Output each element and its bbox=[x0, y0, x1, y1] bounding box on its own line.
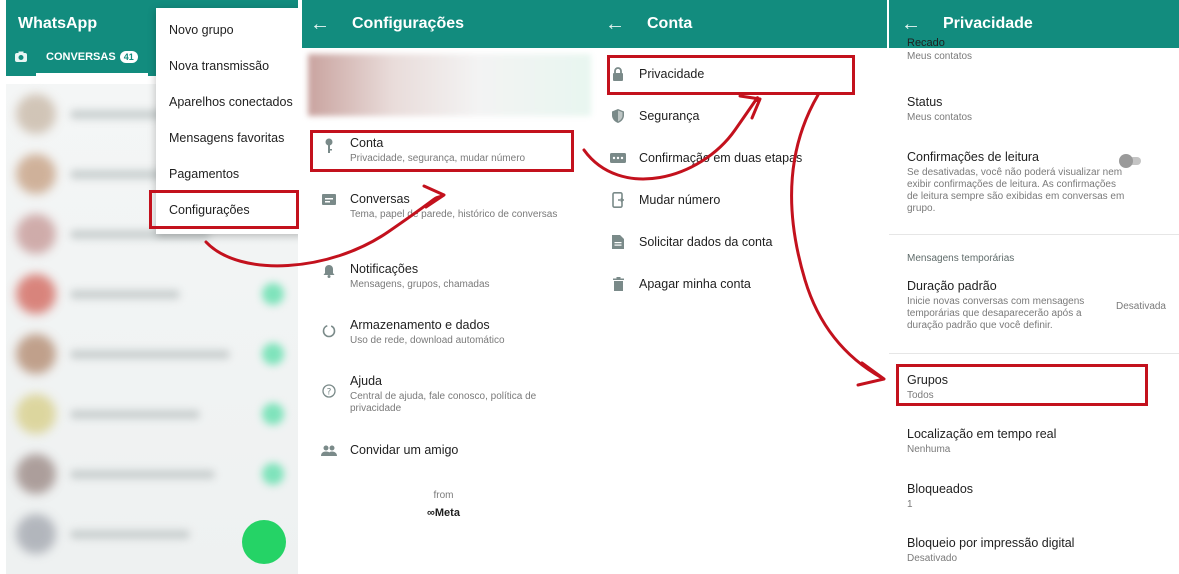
privacy-item-title: Status bbox=[907, 95, 943, 109]
settings-item-subtitle: Central de ajuda, fale conosco, política… bbox=[350, 391, 537, 414]
settings-item-conversas[interactable]: Conversas Tema, papel de parede, históri… bbox=[308, 192, 563, 221]
menu-item-nova-transmissao[interactable]: Nova transmissão bbox=[156, 48, 298, 84]
account-item-seguranca[interactable]: Segurança bbox=[597, 95, 877, 137]
settings-item-subtitle: Mensagens, grupos, chamadas bbox=[350, 279, 490, 290]
privacy-item-subtitle: Inicie novas conversas com mensagens tem… bbox=[907, 296, 1085, 331]
highlight-privacidade bbox=[607, 55, 855, 95]
account-item-title: Confirmação em duas etapas bbox=[639, 151, 803, 165]
chats-panel: WhatsApp CONVERSAS 41 Novo grupo Nova tr… bbox=[6, 0, 298, 574]
read-receipts-toggle[interactable] bbox=[1119, 154, 1141, 168]
account-item-mudar-numero[interactable]: Mudar número bbox=[597, 179, 877, 221]
settings-panel: ← Configurações Conta Privacidade, segur… bbox=[302, 0, 597, 574]
highlight-conta bbox=[310, 130, 574, 172]
tab-conversations[interactable]: CONVERSAS 41 bbox=[36, 40, 148, 76]
svg-text:?: ? bbox=[327, 388, 332, 398]
privacy-item-value: 1 bbox=[907, 499, 913, 510]
settings-item-armazenamento[interactable]: Armazenamento e dados Uso de rede, downl… bbox=[308, 318, 588, 347]
settings-item-subtitle: Uso de rede, download automático bbox=[350, 335, 505, 346]
bell-icon bbox=[308, 262, 350, 278]
privacy-item-title: Duração padrão bbox=[907, 279, 997, 293]
meta-logo: ∞Meta bbox=[427, 507, 460, 519]
account-item-apagar-conta[interactable]: Apagar minha conta bbox=[597, 263, 877, 305]
privacy-item-value: Nenhuma bbox=[907, 444, 951, 455]
account-item-title: Solicitar dados da conta bbox=[639, 235, 773, 249]
profile-card[interactable] bbox=[308, 54, 591, 116]
privacy-item-duracao[interactable]: Duração padrão Inicie novas conversas co… bbox=[889, 279, 1179, 332]
new-chat-fab[interactable] bbox=[242, 520, 286, 564]
camera-icon[interactable] bbox=[6, 50, 36, 66]
list-item[interactable] bbox=[6, 444, 298, 504]
list-item[interactable] bbox=[6, 384, 298, 444]
highlight-grupos bbox=[896, 364, 1148, 406]
menu-item-novo-grupo[interactable]: Novo grupo bbox=[156, 12, 298, 48]
menu-item-mensagens-favoritas[interactable]: Mensagens favoritas bbox=[156, 120, 298, 156]
from-meta: from ∞Meta bbox=[302, 490, 591, 519]
document-icon bbox=[597, 235, 639, 249]
toggle-knob bbox=[1119, 154, 1133, 168]
menu-item-aparelhos-conectados[interactable]: Aparelhos conectados bbox=[156, 84, 298, 120]
privacy-item-status[interactable]: Status Meus contatos bbox=[889, 95, 1169, 124]
settings-item-title: Convidar um amigo bbox=[350, 443, 459, 457]
section-label: Mensagens temporárias bbox=[907, 253, 1015, 264]
settings-item-title: Ajuda bbox=[350, 374, 382, 388]
shield-icon bbox=[597, 109, 639, 123]
privacy-item-title: Bloqueados bbox=[907, 482, 974, 496]
dots-icon bbox=[597, 153, 639, 163]
privacy-panel: ← Privacidade Recado Meus contatos Statu… bbox=[889, 0, 1179, 574]
storage-icon bbox=[308, 318, 350, 338]
divider bbox=[889, 234, 1179, 235]
people-icon bbox=[308, 443, 350, 457]
trash-icon bbox=[597, 277, 639, 291]
divider bbox=[889, 353, 1179, 354]
account-item-title: Mudar número bbox=[639, 193, 721, 207]
privacy-item-value: Meus contatos bbox=[907, 51, 973, 62]
settings-item-subtitle: Tema, papel de parede, histórico de conv… bbox=[350, 209, 558, 220]
settings-item-ajuda[interactable]: ? Ajuda Central de ajuda, fale conosco, … bbox=[308, 374, 568, 415]
account-item-title: Apagar minha conta bbox=[639, 277, 751, 291]
topbar-overlay bbox=[889, 0, 1179, 46]
account-top-bar: ← Conta bbox=[597, 0, 887, 48]
duration-value: Desativada bbox=[1115, 301, 1166, 312]
privacy-item-title: Confirmações de leitura bbox=[907, 150, 1040, 164]
unread-badge: 41 bbox=[119, 50, 138, 63]
settings-item-notificacoes[interactable]: Notificações Mensagens, grupos, chamadas bbox=[308, 262, 588, 291]
from-label: from bbox=[433, 490, 454, 501]
settings-item-convidar[interactable]: Convidar um amigo bbox=[308, 443, 588, 457]
help-icon: ? bbox=[308, 374, 350, 398]
privacy-item-read-receipts[interactable]: Confirmações de leitura Se desativadas, … bbox=[889, 150, 1169, 215]
settings-title: Configurações bbox=[352, 15, 465, 32]
account-item-duas-etapas[interactable]: Confirmação em duas etapas bbox=[597, 137, 887, 179]
privacy-item-bloqueados[interactable]: Bloqueados 1 bbox=[889, 482, 1169, 511]
menu-item-pagamentos[interactable]: Pagamentos bbox=[156, 156, 298, 192]
privacy-item-value: Desativado bbox=[907, 553, 958, 564]
chat-icon bbox=[308, 192, 350, 206]
back-arrow-icon[interactable]: ← bbox=[597, 13, 633, 36]
settings-item-title: Armazenamento e dados bbox=[350, 318, 490, 332]
tab-conversations-label: CONVERSAS bbox=[46, 50, 116, 63]
list-item[interactable] bbox=[6, 264, 298, 324]
settings-item-title: Conversas bbox=[350, 192, 410, 206]
account-title: Conta bbox=[647, 15, 693, 32]
privacy-item-title: Localização em tempo real bbox=[907, 427, 1057, 441]
privacy-item-localizacao[interactable]: Localização em tempo real Nenhuma bbox=[889, 427, 1169, 456]
highlight-configuracoes bbox=[149, 190, 299, 229]
settings-top-bar: ← Configurações bbox=[302, 0, 597, 48]
section-mensagens-temporarias: Mensagens temporárias bbox=[889, 253, 1169, 264]
privacy-item-value: Meus contatos bbox=[907, 112, 973, 123]
privacy-item-subtitle: Se desativadas, você não poderá visualiz… bbox=[907, 167, 1125, 214]
back-arrow-icon[interactable]: ← bbox=[302, 13, 338, 36]
settings-item-title: Notificações bbox=[350, 262, 419, 276]
list-item[interactable] bbox=[6, 324, 298, 384]
account-item-solicitar-dados[interactable]: Solicitar dados da conta bbox=[597, 221, 877, 263]
privacy-item-title: Bloqueio por impressão digital bbox=[907, 536, 1075, 550]
privacy-item-fingerprint[interactable]: Bloqueio por impressão digital Desativad… bbox=[889, 536, 1169, 565]
account-item-title: Segurança bbox=[639, 109, 700, 123]
app-title: WhatsApp bbox=[18, 15, 98, 32]
phone-swap-icon bbox=[597, 192, 639, 208]
